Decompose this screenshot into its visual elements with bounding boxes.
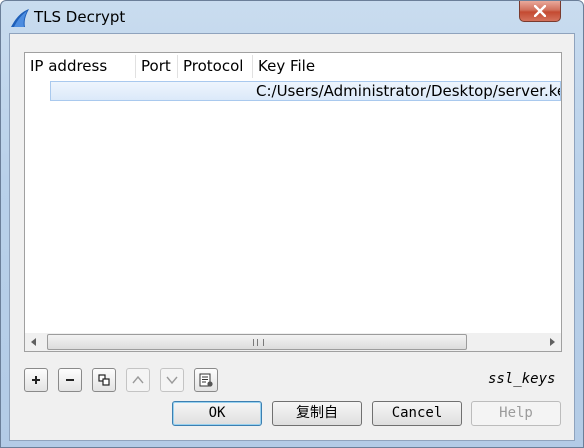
horizontal-scrollbar[interactable]: [25, 333, 561, 351]
tls-decrypt-dialog: TLS Decrypt IP address Port Protocol Key…: [0, 0, 584, 448]
key-file-cell[interactable]: C:/Users/Administrator/Desktop/server.ke…: [256, 82, 560, 100]
copy-key-button[interactable]: [92, 368, 116, 392]
move-down-icon: [166, 376, 178, 385]
column-header-protocol[interactable]: Protocol: [178, 53, 252, 80]
add-key-button[interactable]: [24, 368, 48, 392]
move-up-button[interactable]: [126, 368, 150, 392]
scrollbar-grip-icon: [253, 339, 264, 346]
close-icon: [534, 5, 546, 17]
window-title: TLS Decrypt: [34, 8, 126, 26]
minus-icon: [66, 379, 74, 381]
scrollbar-thumb[interactable]: [47, 334, 467, 350]
remove-key-button[interactable]: [58, 368, 82, 392]
plus-icon: [32, 376, 40, 384]
move-down-button[interactable]: [160, 368, 184, 392]
keys-table[interactable]: IP address Port Protocol Key File C:/Use…: [24, 52, 562, 352]
cancel-button[interactable]: Cancel: [372, 401, 462, 426]
ssl-keys-label: ssl_keys: [488, 371, 556, 387]
scroll-right-arrow-icon[interactable]: [549, 338, 555, 346]
move-up-icon: [132, 375, 144, 384]
dialog-body: IP address Port Protocol Key File C:/Use…: [9, 33, 575, 441]
column-header-key-file[interactable]: Key File: [253, 53, 553, 80]
table-row[interactable]: C:/Users/Administrator/Desktop/server.ke…: [50, 81, 561, 101]
clear-button[interactable]: [194, 368, 218, 392]
table-header: IP address Port Protocol Key File: [25, 53, 561, 80]
clear-icon: [199, 373, 213, 387]
copy-from-button[interactable]: 复制自: [272, 401, 362, 426]
close-button[interactable]: [519, 1, 561, 22]
scroll-left-arrow-icon[interactable]: [31, 338, 37, 346]
column-header-ip-address[interactable]: IP address: [25, 53, 135, 80]
title-bar[interactable]: TLS Decrypt: [1, 1, 583, 33]
copy-icon: [98, 374, 110, 386]
wireshark-fin-icon: [9, 8, 31, 28]
column-header-port[interactable]: Port: [136, 53, 177, 80]
ok-button[interactable]: OK: [172, 401, 262, 426]
help-button[interactable]: Help: [471, 401, 561, 426]
